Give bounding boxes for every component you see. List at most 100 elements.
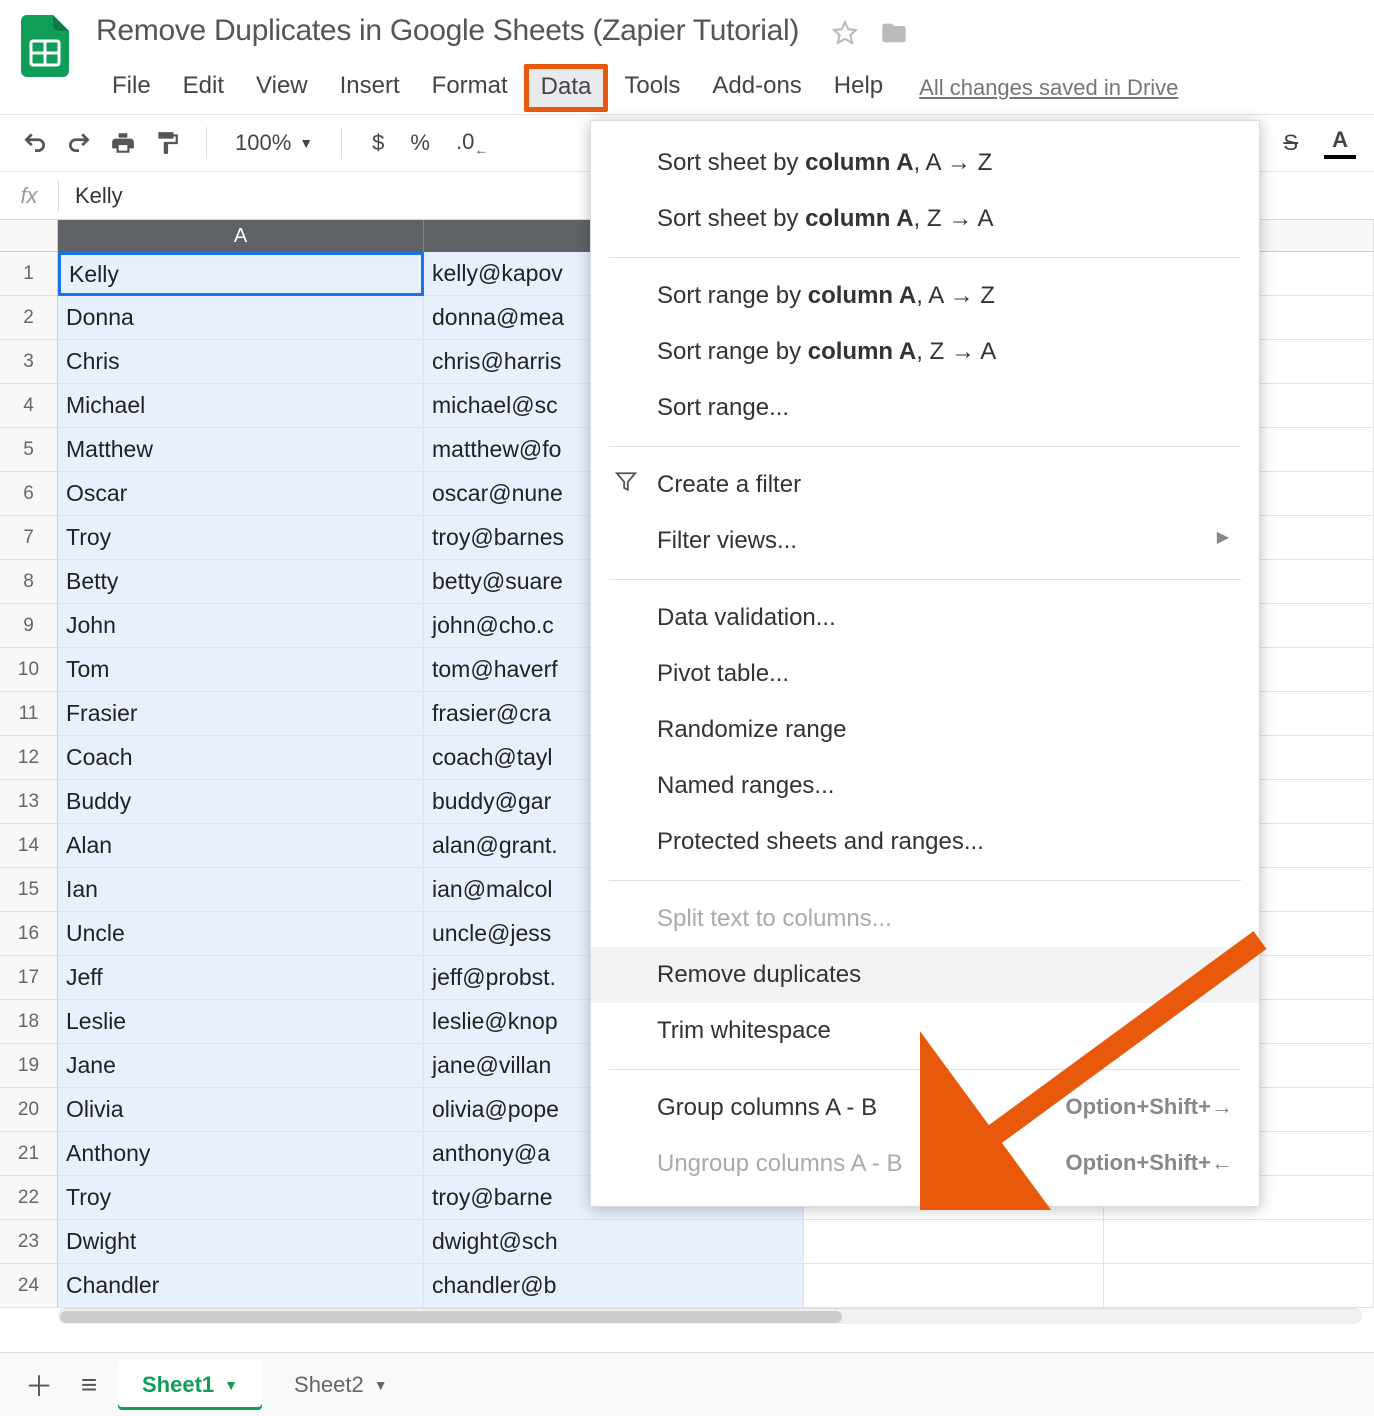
dd-remove-duplicates[interactable]: Remove duplicates (591, 947, 1259, 1003)
cell[interactable]: Uncle (58, 912, 424, 956)
row-header[interactable]: 18 (0, 1000, 58, 1044)
menu-insert[interactable]: Insert (324, 66, 416, 110)
dd-pivot-table[interactable]: Pivot table... (591, 646, 1259, 702)
column-header-A[interactable]: A (58, 220, 424, 252)
cell[interactable]: Chris (58, 340, 424, 384)
row-header[interactable]: 15 (0, 868, 58, 912)
menu-help[interactable]: Help (818, 66, 899, 110)
row-header[interactable]: 2 (0, 296, 58, 340)
dd-filter-views[interactable]: Filter views...▶ (591, 513, 1259, 569)
sheets-logo-icon[interactable] (18, 10, 72, 82)
dd-sort-range[interactable]: Sort range... (591, 380, 1259, 436)
row-header[interactable]: 16 (0, 912, 58, 956)
cell[interactable]: Chandler (58, 1264, 424, 1308)
row-header[interactable]: 5 (0, 428, 58, 472)
row-header[interactable]: 8 (0, 560, 58, 604)
cell[interactable]: Anthony (58, 1132, 424, 1176)
dd-named-ranges[interactable]: Named ranges... (591, 758, 1259, 814)
cell[interactable]: Ian (58, 868, 424, 912)
row-header[interactable]: 17 (0, 956, 58, 1000)
row-header[interactable]: 10 (0, 648, 58, 692)
cell[interactable]: Donna (58, 296, 424, 340)
row-header[interactable]: 6 (0, 472, 58, 516)
row-header[interactable]: 24 (0, 1264, 58, 1308)
menu-addons[interactable]: Add-ons (696, 66, 817, 110)
print-button[interactable] (106, 126, 140, 160)
cell[interactable] (804, 1220, 1104, 1264)
dd-data-validation[interactable]: Data validation... (591, 590, 1259, 646)
text-color-button[interactable]: A (1324, 127, 1356, 159)
row-header[interactable]: 3 (0, 340, 58, 384)
cell[interactable]: Coach (58, 736, 424, 780)
cell[interactable]: Tom (58, 648, 424, 692)
sheet-tab-2[interactable]: Sheet2▼ (270, 1360, 412, 1410)
row-header[interactable]: 23 (0, 1220, 58, 1264)
sheet-tab-1[interactable]: Sheet1▼ (118, 1360, 262, 1410)
redo-button[interactable] (62, 126, 96, 160)
cell[interactable]: Oscar (58, 472, 424, 516)
menu-file[interactable]: File (96, 66, 167, 110)
dd-sort-sheet-za[interactable]: Sort sheet by column A, Z → A (591, 191, 1259, 247)
formula-input[interactable]: Kelly (59, 183, 123, 209)
row-header[interactable]: 13 (0, 780, 58, 824)
row-header[interactable]: 1 (0, 252, 58, 296)
menu-format[interactable]: Format (416, 66, 524, 110)
zoom-select[interactable]: 100%▼ (229, 130, 319, 156)
format-currency-button[interactable]: $ (364, 130, 392, 156)
save-status[interactable]: All changes saved in Drive (919, 75, 1178, 101)
select-all-corner[interactable] (0, 220, 58, 252)
cell[interactable] (804, 1264, 1104, 1308)
row-header[interactable]: 11 (0, 692, 58, 736)
cell[interactable]: Michael (58, 384, 424, 428)
cell[interactable]: Olivia (58, 1088, 424, 1132)
menu-view[interactable]: View (240, 66, 324, 110)
cell[interactable]: Matthew (58, 428, 424, 472)
cell[interactable]: John (58, 604, 424, 648)
add-sheet-button[interactable]: ＋ (18, 1364, 60, 1406)
menu-edit[interactable]: Edit (167, 66, 240, 110)
paint-format-button[interactable] (150, 126, 184, 160)
decrease-decimal-button[interactable]: .0← (448, 129, 496, 157)
dd-randomize[interactable]: Randomize range (591, 702, 1259, 758)
row-header[interactable]: 22 (0, 1176, 58, 1220)
dd-sort-sheet-az[interactable]: Sort sheet by column A, A → Z (591, 135, 1259, 191)
format-percent-button[interactable]: % (402, 130, 438, 156)
cell[interactable]: Dwight (58, 1220, 424, 1264)
cell[interactable]: Buddy (58, 780, 424, 824)
cell[interactable]: Troy (58, 1176, 424, 1220)
row-header[interactable]: 12 (0, 736, 58, 780)
row-header[interactable]: 20 (0, 1088, 58, 1132)
all-sheets-button[interactable]: ≡ (68, 1364, 110, 1406)
undo-button[interactable] (18, 126, 52, 160)
cell[interactable]: Frasier (58, 692, 424, 736)
cell[interactable]: Troy (58, 516, 424, 560)
cell[interactable] (1104, 1264, 1374, 1308)
menu-tools[interactable]: Tools (608, 66, 696, 110)
cell[interactable]: dwight@sch (424, 1220, 804, 1264)
dd-sort-range-az[interactable]: Sort range by column A, A → Z (591, 268, 1259, 324)
row-header[interactable]: 4 (0, 384, 58, 428)
folder-icon[interactable] (880, 19, 908, 52)
dd-sort-range-za[interactable]: Sort range by column A, Z → A (591, 324, 1259, 380)
cell[interactable] (1104, 1220, 1374, 1264)
dd-protected[interactable]: Protected sheets and ranges... (591, 814, 1259, 870)
row-header[interactable]: 14 (0, 824, 58, 868)
cell[interactable]: chandler@b (424, 1264, 804, 1308)
star-icon[interactable] (832, 20, 858, 51)
cell[interactable]: Jeff (58, 956, 424, 1000)
dd-trim-whitespace[interactable]: Trim whitespace (591, 1003, 1259, 1059)
cell[interactable]: Jane (58, 1044, 424, 1088)
row-header[interactable]: 7 (0, 516, 58, 560)
dd-create-filter[interactable]: Create a filter (591, 457, 1259, 513)
row-header[interactable]: 19 (0, 1044, 58, 1088)
cell[interactable]: Betty (58, 560, 424, 604)
horizontal-scrollbar[interactable] (58, 1308, 1362, 1324)
row-header[interactable]: 9 (0, 604, 58, 648)
row-header[interactable]: 21 (0, 1132, 58, 1176)
cell[interactable]: Alan (58, 824, 424, 868)
document-title[interactable]: Remove Duplicates in Google Sheets (Zapi… (96, 14, 799, 47)
menu-data[interactable]: Data (524, 64, 609, 112)
strikethrough-button[interactable]: S (1275, 130, 1306, 156)
dd-group-columns[interactable]: Group columns A - BOption+Shift+→ (591, 1080, 1259, 1136)
cell[interactable]: Kelly (58, 252, 424, 296)
